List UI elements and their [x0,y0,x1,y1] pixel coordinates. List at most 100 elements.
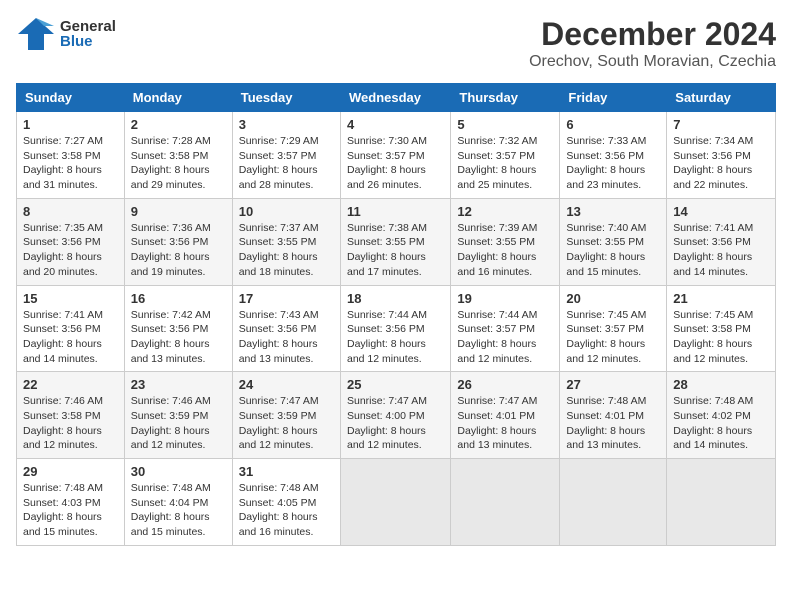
day-number: 21 [673,291,769,306]
header: General Blue December 2024 Orechov, Sout… [16,16,776,71]
day-detail: Sunrise: 7:44 AMSunset: 3:57 PMDaylight:… [457,308,553,367]
day-number: 13 [566,204,660,219]
weekday-header: Sunday [17,84,125,112]
day-number: 26 [457,377,553,392]
day-detail: Sunrise: 7:34 AMSunset: 3:56 PMDaylight:… [673,134,769,193]
day-number: 3 [239,117,334,132]
day-detail: Sunrise: 7:43 AMSunset: 3:56 PMDaylight:… [239,308,334,367]
calendar-week-row: 8 Sunrise: 7:35 AMSunset: 3:56 PMDaylight… [17,198,776,285]
calendar-header-row: SundayMondayTuesdayWednesdayThursdayFrid… [17,84,776,112]
day-number: 15 [23,291,118,306]
logo-icon [16,16,56,52]
calendar-cell: 22 Sunrise: 7:46 AMSunset: 3:58 PMDayligh… [17,372,125,459]
calendar-cell: 29 Sunrise: 7:48 AMSunset: 4:03 PMDayligh… [17,459,125,546]
day-detail: Sunrise: 7:39 AMSunset: 3:55 PMDaylight:… [457,221,553,280]
day-number: 1 [23,117,118,132]
calendar-table: SundayMondayTuesdayWednesdayThursdayFrid… [16,83,776,546]
calendar-cell: 14Sunrise: 7:41 AMSunset: 3:56 PMDayligh… [667,198,776,285]
calendar-cell: 16Sunrise: 7:42 AMSunset: 3:56 PMDayligh… [124,285,232,372]
day-number: 10 [239,204,334,219]
day-detail: Sunrise: 7:40 AMSunset: 3:55 PMDaylight:… [566,221,660,280]
day-detail: Sunrise: 7:48 AMSunset: 4:03 PMDaylight:… [23,481,118,540]
weekday-header: Thursday [451,84,560,112]
calendar-cell: 21Sunrise: 7:45 AMSunset: 3:58 PMDayligh… [667,285,776,372]
calendar-cell: 1 Sunrise: 7:27 AMSunset: 3:58 PMDaylight… [17,112,125,199]
day-detail: Sunrise: 7:48 AMSunset: 4:05 PMDaylight:… [239,481,334,540]
day-detail: Sunrise: 7:28 AMSunset: 3:58 PMDaylight:… [131,134,226,193]
day-detail: Sunrise: 7:46 AMSunset: 3:58 PMDaylight:… [23,394,118,453]
weekday-header: Tuesday [232,84,340,112]
calendar-cell: 26 Sunrise: 7:47 AMSunset: 4:01 PMDayligh… [451,372,560,459]
calendar-cell: 28 Sunrise: 7:48 AMSunset: 4:02 PMDayligh… [667,372,776,459]
day-number: 20 [566,291,660,306]
calendar-cell: 18 Sunrise: 7:44 AMSunset: 3:56 PMDayligh… [340,285,450,372]
weekday-header: Wednesday [340,84,450,112]
day-number: 9 [131,204,226,219]
day-detail: Sunrise: 7:47 AMSunset: 3:59 PMDaylight:… [239,394,334,453]
calendar-cell: 9 Sunrise: 7:36 AMSunset: 3:56 PMDaylight… [124,198,232,285]
calendar-cell: 8 Sunrise: 7:35 AMSunset: 3:56 PMDaylight… [17,198,125,285]
day-detail: Sunrise: 7:47 AMSunset: 4:01 PMDaylight:… [457,394,553,453]
day-detail: Sunrise: 7:45 AMSunset: 3:57 PMDaylight:… [566,308,660,367]
calendar-cell: 7Sunrise: 7:34 AMSunset: 3:56 PMDaylight… [667,112,776,199]
day-detail: Sunrise: 7:27 AMSunset: 3:58 PMDaylight:… [23,134,118,193]
logo-text: General Blue [60,19,116,49]
day-detail: Sunrise: 7:35 AMSunset: 3:56 PMDaylight:… [23,221,118,280]
day-number: 2 [131,117,226,132]
title-section: December 2024 Orechov, South Moravian, C… [529,16,776,71]
calendar-cell: 15 Sunrise: 7:41 AMSunset: 3:56 PMDayligh… [17,285,125,372]
day-detail: Sunrise: 7:30 AMSunset: 3:57 PMDaylight:… [347,134,444,193]
day-detail: Sunrise: 7:42 AMSunset: 3:56 PMDaylight:… [131,308,226,367]
calendar-cell: 2 Sunrise: 7:28 AMSunset: 3:58 PMDaylight… [124,112,232,199]
day-number: 18 [347,291,444,306]
day-number: 28 [673,377,769,392]
calendar-cell: 10 Sunrise: 7:37 AMSunset: 3:55 PMDayligh… [232,198,340,285]
day-number: 4 [347,117,444,132]
day-detail: Sunrise: 7:38 AMSunset: 3:55 PMDaylight:… [347,221,444,280]
calendar-cell: 23 Sunrise: 7:46 AMSunset: 3:59 PMDayligh… [124,372,232,459]
day-detail: Sunrise: 7:48 AMSunset: 4:01 PMDaylight:… [566,394,660,453]
day-detail: Sunrise: 7:33 AMSunset: 3:56 PMDaylight:… [566,134,660,193]
calendar-week-row: 29 Sunrise: 7:48 AMSunset: 4:03 PMDayligh… [17,459,776,546]
calendar-cell [560,459,667,546]
calendar-cell: 13 Sunrise: 7:40 AMSunset: 3:55 PMDayligh… [560,198,667,285]
day-number: 14 [673,204,769,219]
day-detail: Sunrise: 7:44 AMSunset: 3:56 PMDaylight:… [347,308,444,367]
day-number: 8 [23,204,118,219]
day-number: 19 [457,291,553,306]
day-number: 22 [23,377,118,392]
day-number: 29 [23,464,118,479]
day-number: 31 [239,464,334,479]
day-number: 6 [566,117,660,132]
day-number: 27 [566,377,660,392]
calendar-cell: 27 Sunrise: 7:48 AMSunset: 4:01 PMDayligh… [560,372,667,459]
day-detail: Sunrise: 7:32 AMSunset: 3:57 PMDaylight:… [457,134,553,193]
calendar-cell: 17 Sunrise: 7:43 AMSunset: 3:56 PMDayligh… [232,285,340,372]
calendar-cell: 25Sunrise: 7:47 AMSunset: 4:00 PMDayligh… [340,372,450,459]
day-detail: Sunrise: 7:29 AMSunset: 3:57 PMDaylight:… [239,134,334,193]
day-detail: Sunrise: 7:46 AMSunset: 3:59 PMDaylight:… [131,394,226,453]
day-detail: Sunrise: 7:41 AMSunset: 3:56 PMDaylight:… [23,308,118,367]
page-title: December 2024 [529,16,776,53]
calendar-cell: 3 Sunrise: 7:29 AMSunset: 3:57 PMDaylight… [232,112,340,199]
calendar-cell: 4 Sunrise: 7:30 AMSunset: 3:57 PMDaylight… [340,112,450,199]
day-number: 17 [239,291,334,306]
calendar-cell: 6 Sunrise: 7:33 AMSunset: 3:56 PMDaylight… [560,112,667,199]
day-number: 24 [239,377,334,392]
calendar-cell: 12 Sunrise: 7:39 AMSunset: 3:55 PMDayligh… [451,198,560,285]
weekday-header: Friday [560,84,667,112]
day-detail: Sunrise: 7:36 AMSunset: 3:56 PMDaylight:… [131,221,226,280]
calendar-week-row: 15 Sunrise: 7:41 AMSunset: 3:56 PMDayligh… [17,285,776,372]
calendar-cell: 20 Sunrise: 7:45 AMSunset: 3:57 PMDayligh… [560,285,667,372]
logo: General Blue [16,16,116,52]
day-number: 12 [457,204,553,219]
weekday-header: Saturday [667,84,776,112]
calendar-cell: 11 Sunrise: 7:38 AMSunset: 3:55 PMDayligh… [340,198,450,285]
day-number: 11 [347,204,444,219]
calendar-cell: 31 Sunrise: 7:48 AMSunset: 4:05 PMDayligh… [232,459,340,546]
day-detail: Sunrise: 7:47 AMSunset: 4:00 PMDaylight:… [347,394,444,453]
day-number: 23 [131,377,226,392]
day-detail: Sunrise: 7:37 AMSunset: 3:55 PMDaylight:… [239,221,334,280]
weekday-header: Monday [124,84,232,112]
day-detail: Sunrise: 7:48 AMSunset: 4:02 PMDaylight:… [673,394,769,453]
